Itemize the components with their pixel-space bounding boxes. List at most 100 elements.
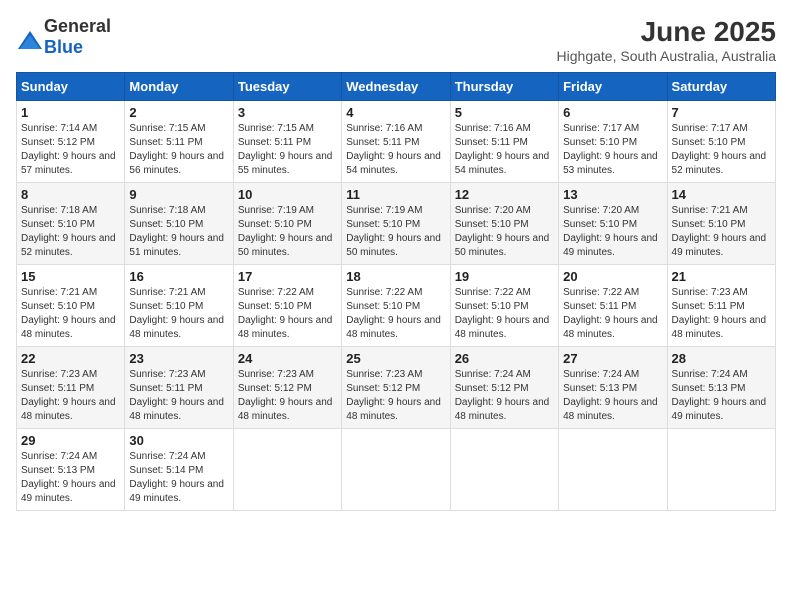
day-info: Sunrise: 7:15 AM Sunset: 5:11 PM Dayligh… xyxy=(238,122,337,178)
day-info: Sunrise: 7:23 AM Sunset: 5:11 PM Dayligh… xyxy=(21,368,120,424)
calendar-day-cell: 25 Sunrise: 7:23 AM Sunset: 5:12 PM Dayl… xyxy=(342,347,450,429)
calendar-day-cell: 14 Sunrise: 7:21 AM Sunset: 5:10 PM Dayl… xyxy=(667,183,775,265)
day-info: Sunrise: 7:23 AM Sunset: 5:11 PM Dayligh… xyxy=(672,286,771,342)
calendar-day-cell: 30 Sunrise: 7:24 AM Sunset: 5:14 PM Dayl… xyxy=(125,429,233,511)
calendar-day-cell: 26 Sunrise: 7:24 AM Sunset: 5:12 PM Dayl… xyxy=(450,347,558,429)
calendar-day-cell: 1 Sunrise: 7:14 AM Sunset: 5:12 PM Dayli… xyxy=(17,101,125,183)
day-info: Sunrise: 7:23 AM Sunset: 5:11 PM Dayligh… xyxy=(129,368,228,424)
calendar-day-cell: 3 Sunrise: 7:15 AM Sunset: 5:11 PM Dayli… xyxy=(233,101,341,183)
empty-cell xyxy=(559,429,667,511)
logo-text: General Blue xyxy=(44,16,111,58)
calendar-day-cell: 13 Sunrise: 7:20 AM Sunset: 5:10 PM Dayl… xyxy=(559,183,667,265)
day-info: Sunrise: 7:23 AM Sunset: 5:12 PM Dayligh… xyxy=(346,368,445,424)
logo: General Blue xyxy=(16,16,111,58)
day-info: Sunrise: 7:22 AM Sunset: 5:10 PM Dayligh… xyxy=(455,286,554,342)
day-number: 12 xyxy=(455,187,554,202)
day-number: 1 xyxy=(21,105,120,120)
day-number: 17 xyxy=(238,269,337,284)
day-info: Sunrise: 7:21 AM Sunset: 5:10 PM Dayligh… xyxy=(21,286,120,342)
logo-general: General xyxy=(44,16,111,36)
day-number: 24 xyxy=(238,351,337,366)
location-title: Highgate, South Australia, Australia xyxy=(557,48,776,64)
day-info: Sunrise: 7:22 AM Sunset: 5:11 PM Dayligh… xyxy=(563,286,662,342)
calendar-day-cell: 4 Sunrise: 7:16 AM Sunset: 5:11 PM Dayli… xyxy=(342,101,450,183)
day-number: 16 xyxy=(129,269,228,284)
day-info: Sunrise: 7:22 AM Sunset: 5:10 PM Dayligh… xyxy=(346,286,445,342)
col-saturday: Saturday xyxy=(667,73,775,101)
calendar-day-cell: 27 Sunrise: 7:24 AM Sunset: 5:13 PM Dayl… xyxy=(559,347,667,429)
col-monday: Monday xyxy=(125,73,233,101)
calendar-day-cell: 8 Sunrise: 7:18 AM Sunset: 5:10 PM Dayli… xyxy=(17,183,125,265)
col-wednesday: Wednesday xyxy=(342,73,450,101)
day-info: Sunrise: 7:24 AM Sunset: 5:12 PM Dayligh… xyxy=(455,368,554,424)
col-friday: Friday xyxy=(559,73,667,101)
calendar-day-cell: 9 Sunrise: 7:18 AM Sunset: 5:10 PM Dayli… xyxy=(125,183,233,265)
day-number: 30 xyxy=(129,433,228,448)
day-number: 29 xyxy=(21,433,120,448)
day-number: 18 xyxy=(346,269,445,284)
calendar-day-cell: 7 Sunrise: 7:17 AM Sunset: 5:10 PM Dayli… xyxy=(667,101,775,183)
calendar-day-cell: 12 Sunrise: 7:20 AM Sunset: 5:10 PM Dayl… xyxy=(450,183,558,265)
page-header: General Blue June 2025 Highgate, South A… xyxy=(16,16,776,64)
calendar-day-cell: 21 Sunrise: 7:23 AM Sunset: 5:11 PM Dayl… xyxy=(667,265,775,347)
day-number: 21 xyxy=(672,269,771,284)
calendar-day-cell: 17 Sunrise: 7:22 AM Sunset: 5:10 PM Dayl… xyxy=(233,265,341,347)
col-tuesday: Tuesday xyxy=(233,73,341,101)
calendar-day-cell: 16 Sunrise: 7:21 AM Sunset: 5:10 PM Dayl… xyxy=(125,265,233,347)
calendar-week-row: 1 Sunrise: 7:14 AM Sunset: 5:12 PM Dayli… xyxy=(17,101,776,183)
calendar-day-cell: 18 Sunrise: 7:22 AM Sunset: 5:10 PM Dayl… xyxy=(342,265,450,347)
day-info: Sunrise: 7:24 AM Sunset: 5:13 PM Dayligh… xyxy=(563,368,662,424)
day-number: 11 xyxy=(346,187,445,202)
day-info: Sunrise: 7:21 AM Sunset: 5:10 PM Dayligh… xyxy=(672,204,771,260)
day-number: 23 xyxy=(129,351,228,366)
empty-cell xyxy=(342,429,450,511)
calendar-day-cell: 29 Sunrise: 7:24 AM Sunset: 5:13 PM Dayl… xyxy=(17,429,125,511)
calendar-day-cell: 19 Sunrise: 7:22 AM Sunset: 5:10 PM Dayl… xyxy=(450,265,558,347)
day-info: Sunrise: 7:16 AM Sunset: 5:11 PM Dayligh… xyxy=(346,122,445,178)
day-info: Sunrise: 7:20 AM Sunset: 5:10 PM Dayligh… xyxy=(455,204,554,260)
day-number: 20 xyxy=(563,269,662,284)
day-number: 25 xyxy=(346,351,445,366)
day-number: 27 xyxy=(563,351,662,366)
day-info: Sunrise: 7:16 AM Sunset: 5:11 PM Dayligh… xyxy=(455,122,554,178)
logo-blue: Blue xyxy=(44,37,83,57)
day-number: 26 xyxy=(455,351,554,366)
month-title: June 2025 xyxy=(557,16,776,48)
day-info: Sunrise: 7:24 AM Sunset: 5:13 PM Dayligh… xyxy=(21,450,120,506)
day-info: Sunrise: 7:14 AM Sunset: 5:12 PM Dayligh… xyxy=(21,122,120,178)
day-info: Sunrise: 7:23 AM Sunset: 5:12 PM Dayligh… xyxy=(238,368,337,424)
calendar-week-row: 15 Sunrise: 7:21 AM Sunset: 5:10 PM Dayl… xyxy=(17,265,776,347)
day-info: Sunrise: 7:21 AM Sunset: 5:10 PM Dayligh… xyxy=(129,286,228,342)
calendar-day-cell: 28 Sunrise: 7:24 AM Sunset: 5:13 PM Dayl… xyxy=(667,347,775,429)
calendar-day-cell: 24 Sunrise: 7:23 AM Sunset: 5:12 PM Dayl… xyxy=(233,347,341,429)
calendar-day-cell: 2 Sunrise: 7:15 AM Sunset: 5:11 PM Dayli… xyxy=(125,101,233,183)
day-number: 14 xyxy=(672,187,771,202)
calendar-week-row: 29 Sunrise: 7:24 AM Sunset: 5:13 PM Dayl… xyxy=(17,429,776,511)
calendar-day-cell: 23 Sunrise: 7:23 AM Sunset: 5:11 PM Dayl… xyxy=(125,347,233,429)
calendar-day-cell: 15 Sunrise: 7:21 AM Sunset: 5:10 PM Dayl… xyxy=(17,265,125,347)
calendar-day-cell: 22 Sunrise: 7:23 AM Sunset: 5:11 PM Dayl… xyxy=(17,347,125,429)
day-number: 7 xyxy=(672,105,771,120)
day-number: 4 xyxy=(346,105,445,120)
calendar-week-row: 8 Sunrise: 7:18 AM Sunset: 5:10 PM Dayli… xyxy=(17,183,776,265)
empty-cell xyxy=(667,429,775,511)
calendar-day-cell: 20 Sunrise: 7:22 AM Sunset: 5:11 PM Dayl… xyxy=(559,265,667,347)
day-info: Sunrise: 7:17 AM Sunset: 5:10 PM Dayligh… xyxy=(563,122,662,178)
day-info: Sunrise: 7:18 AM Sunset: 5:10 PM Dayligh… xyxy=(129,204,228,260)
day-number: 8 xyxy=(21,187,120,202)
col-sunday: Sunday xyxy=(17,73,125,101)
day-info: Sunrise: 7:24 AM Sunset: 5:13 PM Dayligh… xyxy=(672,368,771,424)
logo-icon xyxy=(16,27,40,47)
day-info: Sunrise: 7:15 AM Sunset: 5:11 PM Dayligh… xyxy=(129,122,228,178)
day-info: Sunrise: 7:18 AM Sunset: 5:10 PM Dayligh… xyxy=(21,204,120,260)
day-number: 22 xyxy=(21,351,120,366)
day-number: 28 xyxy=(672,351,771,366)
calendar-week-row: 22 Sunrise: 7:23 AM Sunset: 5:11 PM Dayl… xyxy=(17,347,776,429)
day-number: 9 xyxy=(129,187,228,202)
calendar-day-cell: 5 Sunrise: 7:16 AM Sunset: 5:11 PM Dayli… xyxy=(450,101,558,183)
calendar-day-cell: 10 Sunrise: 7:19 AM Sunset: 5:10 PM Dayl… xyxy=(233,183,341,265)
day-number: 19 xyxy=(455,269,554,284)
title-area: June 2025 Highgate, South Australia, Aus… xyxy=(557,16,776,64)
calendar-day-cell: 6 Sunrise: 7:17 AM Sunset: 5:10 PM Dayli… xyxy=(559,101,667,183)
day-number: 5 xyxy=(455,105,554,120)
